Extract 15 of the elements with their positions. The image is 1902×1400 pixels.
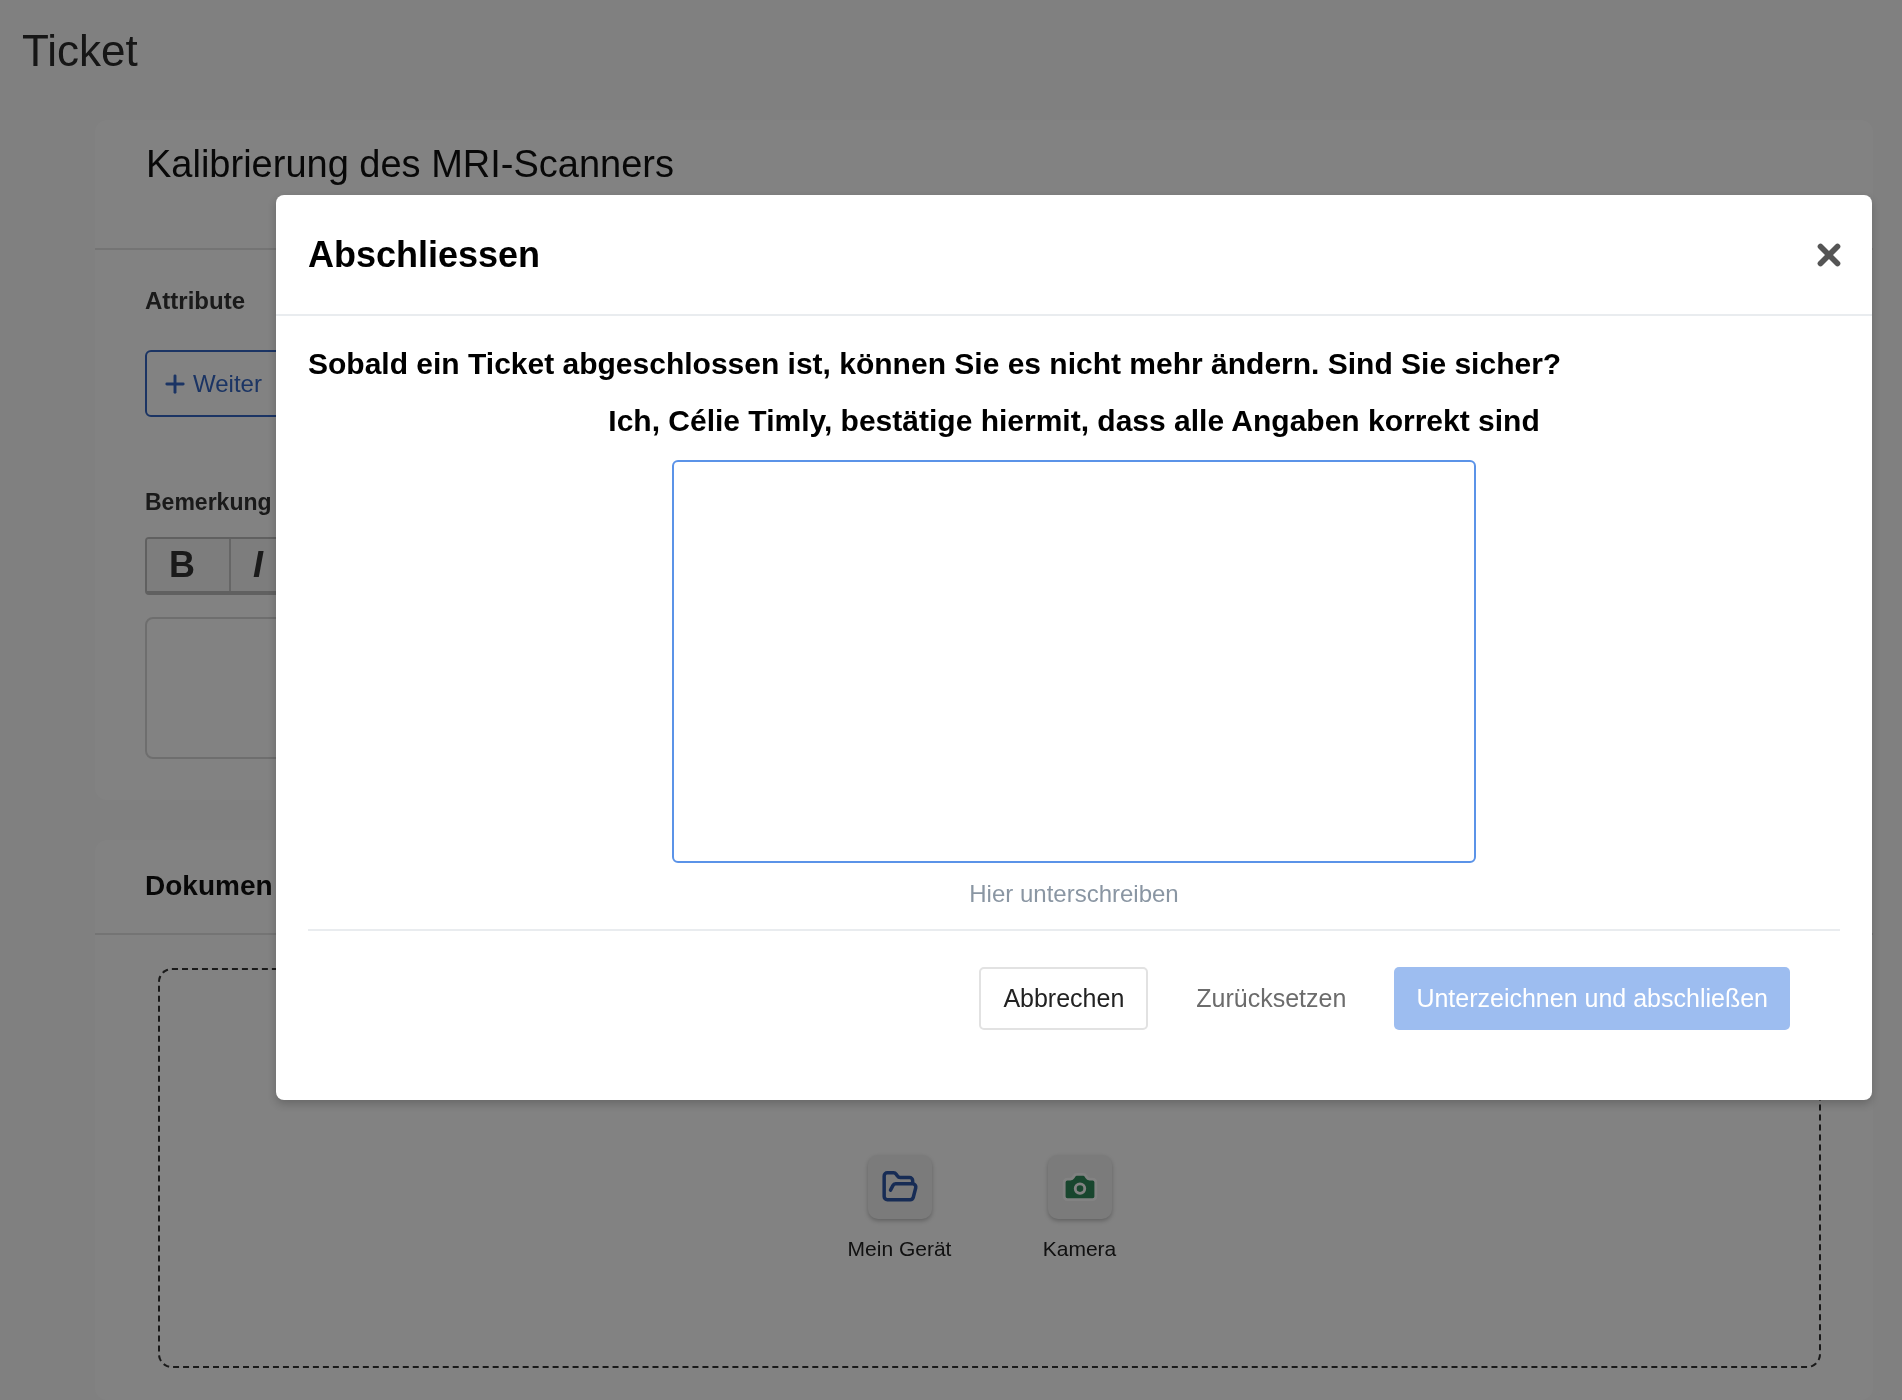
reset-link[interactable]: Zurücksetzen [1170, 967, 1373, 1030]
upload-source-button[interactable] [867, 1155, 932, 1219]
attributes-label: Attribute [145, 286, 245, 316]
upload-source-button[interactable] [1047, 1155, 1112, 1219]
dialog-button[interactable]: Abbrechen [979, 967, 1149, 1030]
ticket-title: Kalibrierung des MRI-Scanners [146, 144, 674, 186]
documents-title: Dokumen [145, 871, 273, 902]
confirmation-text: Ich, Célie Timly, bestätige hiermit, dass alle Angaben korrekt sind [608, 403, 1540, 439]
signature-hint: Hier unterschreiben [969, 879, 1179, 909]
source-label: Kamera [1042, 1237, 1117, 1261]
source-label: Mein Gerät [847, 1237, 952, 1261]
remarks-label: Bemerkung [145, 488, 272, 517]
page-title: Ticket [22, 25, 139, 77]
format-button[interactable]: B [147, 539, 231, 591]
dialog-title: Abschliessen [308, 233, 541, 276]
